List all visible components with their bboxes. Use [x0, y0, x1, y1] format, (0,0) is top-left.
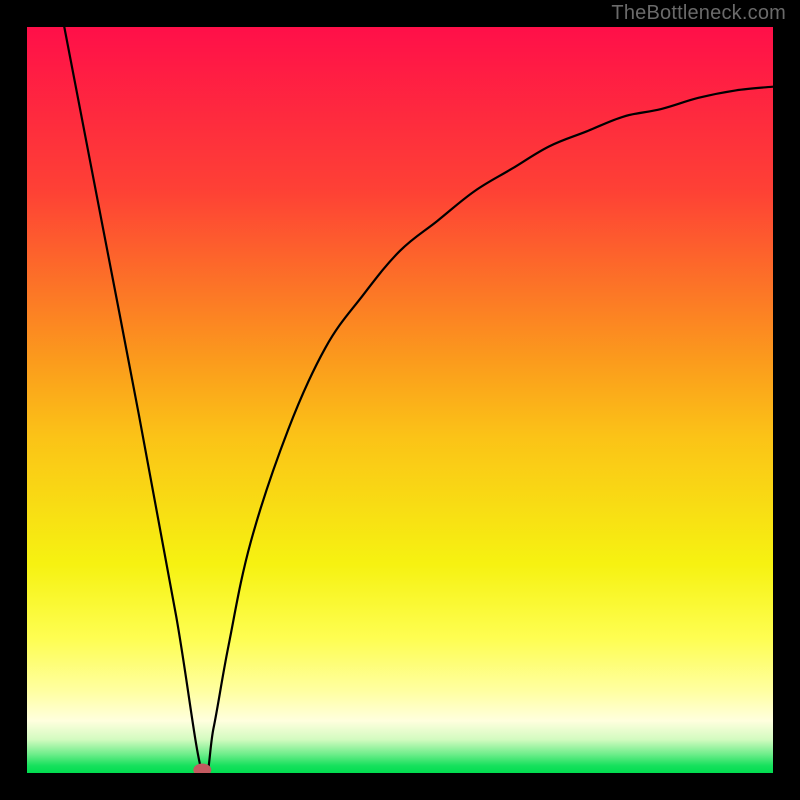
chart-frame: TheBottleneck.com — [0, 0, 800, 800]
plot-svg — [27, 27, 773, 773]
gradient-background — [27, 27, 773, 773]
plot-area — [27, 27, 773, 773]
watermark-text: TheBottleneck.com — [611, 2, 786, 25]
